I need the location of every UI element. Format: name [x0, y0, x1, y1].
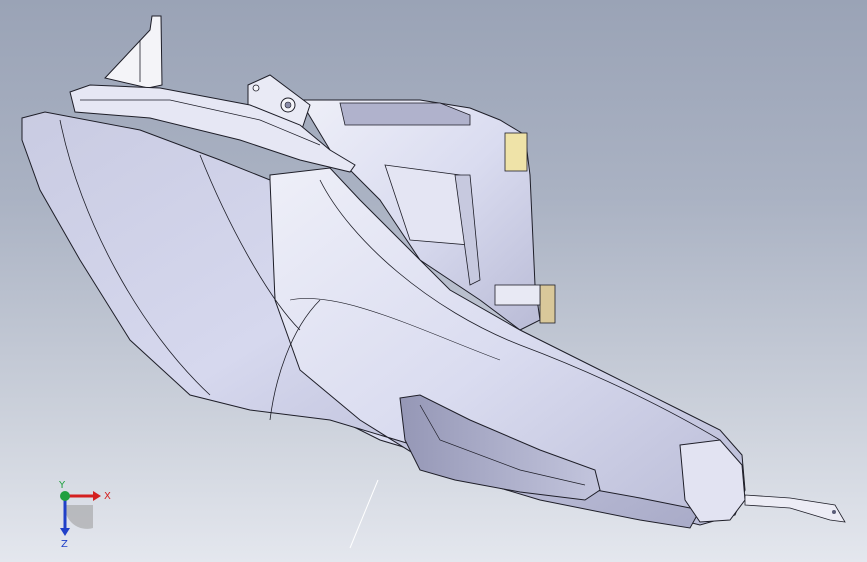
z-axis-label: Z	[61, 539, 68, 550]
cad-3d-viewport[interactable]	[0, 0, 867, 562]
tail-tab[interactable]	[744, 494, 846, 523]
x-axis-label: X	[104, 491, 111, 502]
y-axis-label: Y	[58, 480, 66, 491]
coordinate-triad: X Y Z	[58, 480, 111, 550]
leader-line	[349, 479, 379, 549]
y-axis-point	[60, 491, 70, 501]
assembly-model[interactable]	[21, 15, 846, 549]
mounting-bracket[interactable]	[104, 15, 163, 89]
